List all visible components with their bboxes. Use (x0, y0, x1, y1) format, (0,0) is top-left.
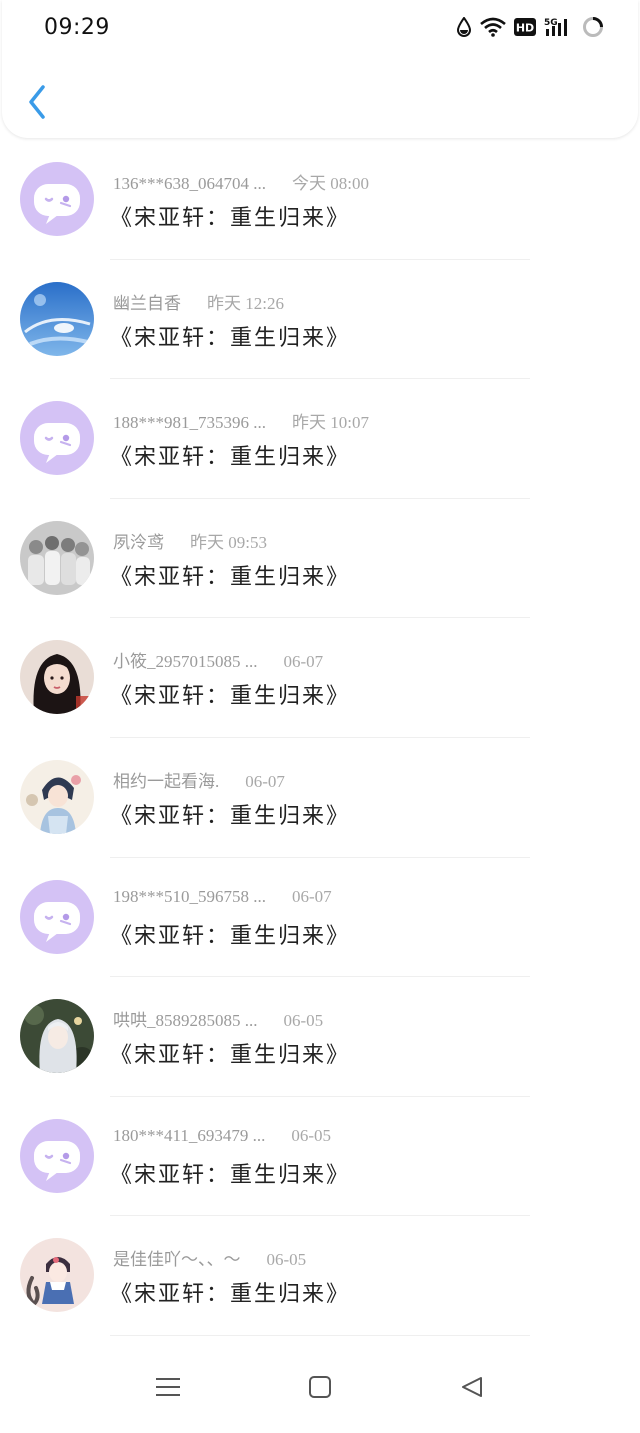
avatar[interactable] (20, 1118, 94, 1193)
girl-photo-avatar (20, 640, 94, 715)
message-row[interactable]: 188***981_735396 ... 昨天 10:07 《宋亚轩：重生归来》 (0, 379, 640, 499)
status-bar: 09:29 HD 5G (2, 0, 640, 56)
wifi-icon (480, 17, 506, 37)
sender-name: 哄哄_8589285085 ... (113, 1011, 258, 1031)
top-bar: 09:29 HD 5G (2, 0, 638, 138)
anime-girl-avatar (20, 759, 94, 834)
avatar[interactable] (20, 401, 94, 476)
default-chat-avatar (20, 162, 94, 236)
back-nav-button[interactable] (452, 1369, 492, 1409)
avatar[interactable] (20, 281, 94, 356)
book-title: 《宋亚轩：重生归来》 (110, 1042, 351, 1068)
sender-name: 188***981_735396 ... (113, 413, 266, 433)
back-button[interactable] (22, 84, 52, 124)
sender-name: 是佳佳吖～、、～ (113, 1250, 241, 1270)
message-meta: 188***981_735396 ... 昨天 10:07 (113, 408, 369, 433)
message-time: 06-07 (292, 886, 332, 906)
avatar[interactable] (20, 162, 94, 236)
message-row[interactable]: 夙泠鸢 昨天 09:53 《宋亚轩：重生归来》 (0, 499, 640, 619)
water-drop-icon (456, 17, 472, 37)
hd-label: HD (516, 22, 534, 35)
sender-name: 夙泠鸢 (113, 532, 164, 552)
network-label: 5G (544, 18, 558, 28)
message-list: 136***638_064704 ... 今天 08:00 《宋亚轩：重生归来》 … (0, 140, 640, 1336)
message-time: 06-05 (266, 1250, 307, 1270)
avatar[interactable] (20, 999, 94, 1074)
hd-icon: HD (514, 18, 536, 36)
book-title: 《宋亚轩：重生归来》 (110, 563, 351, 589)
navigation-bar (0, 1343, 640, 1433)
message-row[interactable]: 是佳佳吖～、、～ 06-05 《宋亚轩：重生归来》 (0, 1216, 640, 1336)
message-row[interactable]: 小筱_2957015085 ... 06-07 《宋亚轩：重生归来》 (0, 618, 640, 738)
sender-name: 小筱_2957015085 ... (113, 652, 258, 672)
message-time: 06-07 (245, 771, 285, 791)
status-icons: HD 5G (456, 16, 604, 38)
book-title: 《宋亚轩：重生归来》 (110, 324, 351, 350)
book-title: 《宋亚轩：重生归来》 (110, 683, 351, 709)
avatar[interactable] (20, 1238, 94, 1313)
sky-photo-avatar (20, 281, 94, 356)
message-row[interactable]: 136***638_064704 ... 今天 08:00 《宋亚轩：重生归来》 (0, 140, 640, 260)
message-meta: 198***510_596758 ... 06-07 (113, 887, 332, 907)
message-time: 06-05 (283, 1011, 324, 1031)
battery-icon (582, 16, 604, 38)
message-meta: 是佳佳吖～、、～ 06-05 (113, 1245, 306, 1270)
message-row[interactable]: 180***411_693479 ... 06-05 《宋亚轩：重生归来》 (0, 1097, 640, 1217)
message-time: 06-07 (283, 652, 324, 672)
book-title: 《宋亚轩：重生归来》 (110, 205, 351, 230)
message-time: 今天 08:00 (292, 174, 369, 193)
sender-name: 相约一起看海. (113, 771, 220, 791)
message-row[interactable]: 198***510_596758 ... 06-07 《宋亚轩：重生归来》 (0, 858, 640, 978)
home-button[interactable] (300, 1369, 340, 1409)
menu-button[interactable] (148, 1369, 188, 1409)
message-row[interactable]: 幽兰自香 昨天 12:26 《宋亚轩：重生归来》 (0, 260, 640, 380)
divider (110, 1334, 530, 1336)
message-time: 昨天 09:53 (190, 532, 267, 552)
default-chat-avatar (20, 879, 94, 954)
message-meta: 夙泠鸢 昨天 09:53 (113, 528, 267, 553)
message-row[interactable]: 哄哄_8589285085 ... 06-05 《宋亚轩：重生归来》 (0, 977, 640, 1097)
default-chat-avatar (20, 401, 94, 476)
home-square-icon (308, 1375, 332, 1403)
book-title: 《宋亚轩：重生归来》 (110, 802, 351, 828)
avatar[interactable] (20, 759, 94, 834)
message-meta: 136***638_064704 ... 今天 08:00 (113, 169, 369, 194)
avatar[interactable] (20, 520, 94, 595)
avatar[interactable] (20, 640, 94, 715)
sender-name: 136***638_064704 ... (113, 174, 266, 193)
message-meta: 180***411_693479 ... 06-05 (113, 1126, 331, 1146)
book-title: 《宋亚轩：重生归来》 (110, 1161, 351, 1187)
default-chat-avatar (20, 1118, 94, 1193)
message-time: 昨天 12:26 (207, 293, 284, 313)
group-photo-avatar (20, 520, 94, 595)
chevron-left-icon (27, 85, 47, 123)
sender-name: 198***510_596758 ... (113, 886, 266, 906)
anime-silver-avatar (20, 999, 94, 1074)
message-meta: 幽兰自香 昨天 12:26 (113, 289, 284, 314)
menu-icon (155, 1376, 181, 1402)
anime-cat-avatar (20, 1238, 94, 1313)
sender-name: 180***411_693479 ... (113, 1125, 266, 1145)
message-time: 06-05 (291, 1125, 332, 1145)
message-meta: 哄哄_8589285085 ... 06-05 (113, 1006, 323, 1031)
message-meta: 小筱_2957015085 ... 06-07 (113, 647, 323, 672)
5g-signal-icon: 5G (544, 16, 574, 38)
message-time: 昨天 10:07 (292, 413, 369, 433)
book-title: 《宋亚轩：重生归来》 (110, 922, 351, 948)
status-time: 09:29 (44, 15, 110, 40)
avatar[interactable] (20, 879, 94, 954)
screen: 09:29 HD 5G 136***638_064704 ... 今天 08:0… (0, 0, 640, 1433)
sender-name: 幽兰自香 (113, 293, 181, 313)
message-meta: 相约一起看海. 06-07 (113, 767, 285, 792)
message-row[interactable]: 相约一起看海. 06-07 《宋亚轩：重生归来》 (0, 738, 640, 858)
book-title: 《宋亚轩：重生归来》 (110, 1281, 351, 1307)
back-triangle-icon (460, 1375, 484, 1403)
book-title: 《宋亚轩：重生归来》 (110, 444, 351, 470)
